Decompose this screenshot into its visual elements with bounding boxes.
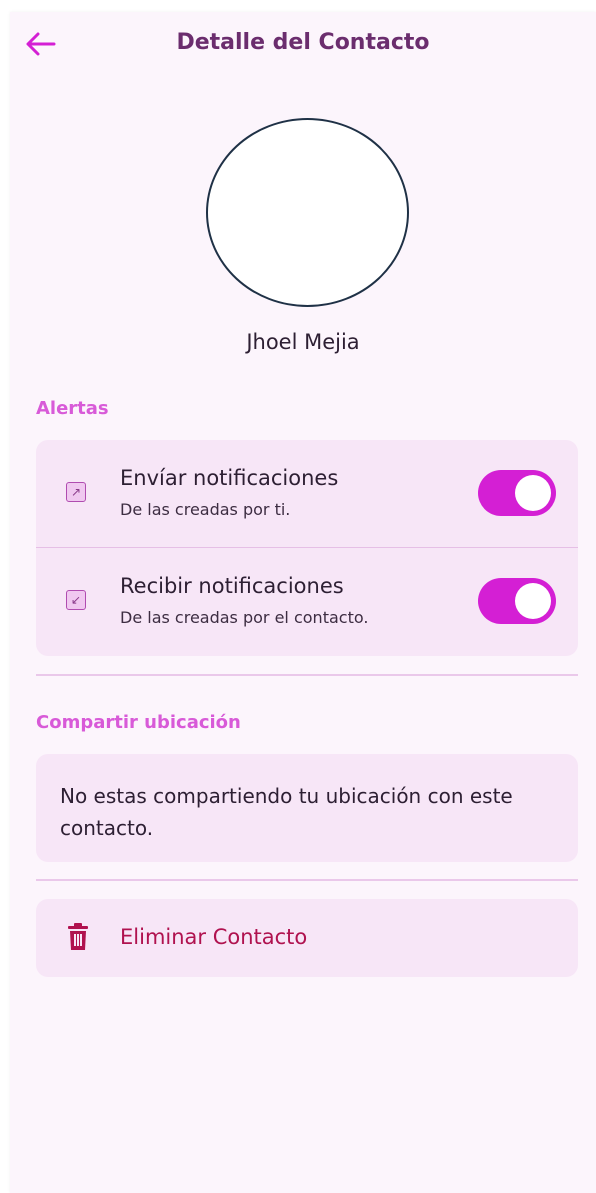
section-title-alerts: Alertas [36,398,109,419]
list-item-receive-notifications: ↙ Recibir notificaciones De las creadas … [36,548,578,656]
receive-notifications-toggle[interactable] [478,578,556,624]
arrow-up-right-icon: ↗ [66,482,86,502]
send-notifications-subtitle: De las creadas por ti. [120,500,291,519]
receive-notifications-title: Recibir notificaciones [120,574,344,598]
delete-contact-label: Eliminar Contacto [120,925,308,949]
send-notifications-toggle[interactable] [478,470,556,516]
section-divider [36,879,578,881]
toggle-knob [515,583,551,619]
alerts-card: ↗ Envíar notificaciones De las creadas p… [36,440,578,656]
arrow-down-left-icon: ↙ [66,590,86,610]
app-bar: Detalle del Contacto [10,12,596,76]
trash-icon [68,923,88,950]
location-status-text: No estas compartiendo tu ubicación con e… [60,784,513,840]
section-divider [36,674,578,676]
send-notifications-title: Envíar notificaciones [120,466,339,490]
delete-contact-button[interactable]: Eliminar Contacto [36,899,578,977]
list-item-send-notifications: ↗ Envíar notificaciones De las creadas p… [36,440,578,548]
page-title: Detalle del Contacto [176,30,430,55]
contact-name: Jhoel Mejia [246,330,360,354]
receive-notifications-subtitle: De las creadas por el contacto. [120,608,369,627]
toggle-knob [515,475,551,511]
location-card: No estas compartiendo tu ubicación con e… [36,754,578,862]
section-title-location: Compartir ubicación [36,712,241,733]
contact-detail-screen: Detalle del Contacto Jhoel Mejia Alertas… [10,12,596,1193]
avatar [206,118,409,307]
